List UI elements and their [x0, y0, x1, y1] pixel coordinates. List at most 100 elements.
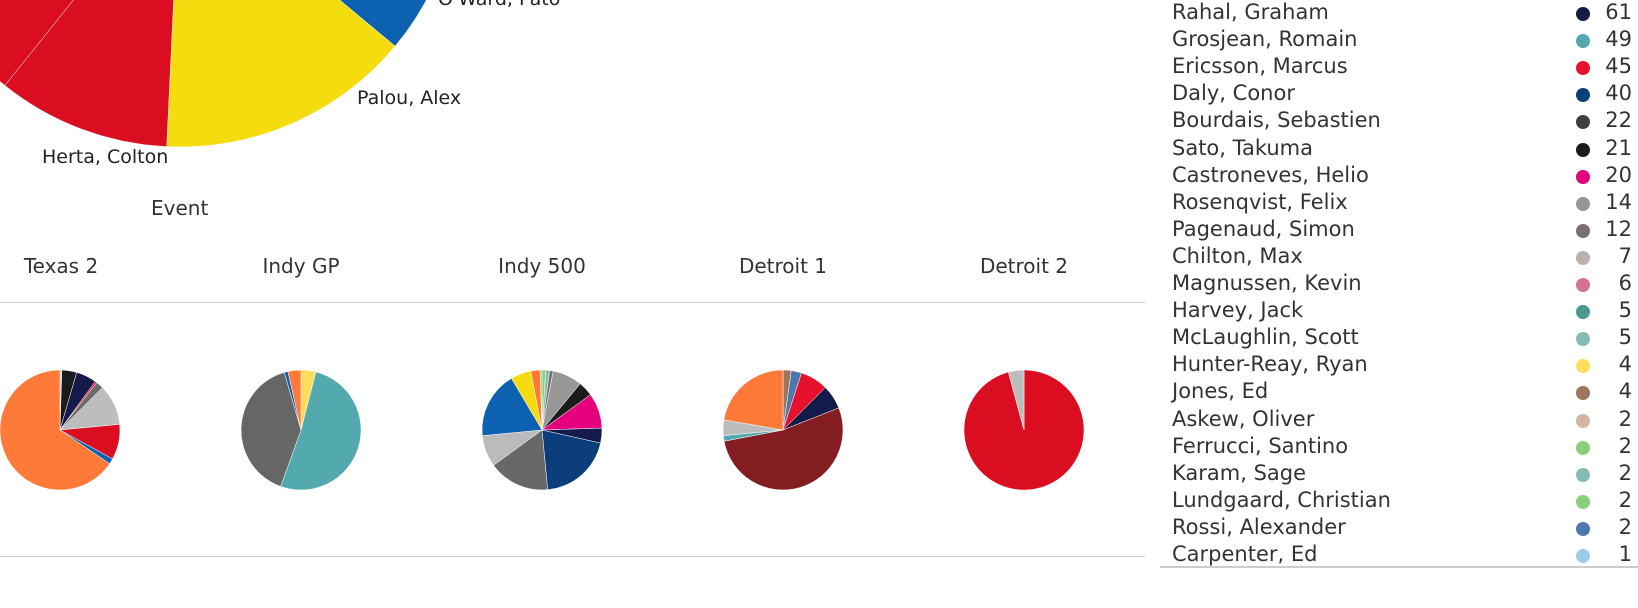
legend-item[interactable]: Harvey, Jack 5: [1172, 298, 1632, 325]
legend-value: 40: [1605, 81, 1632, 106]
pie-texas-2: [0, 369, 121, 491]
legend-driver-name: Carpenter, Ed: [1172, 542, 1318, 566]
legend-item[interactable]: Pagenaud, Simon 12: [1172, 217, 1632, 244]
legend-value: 20: [1605, 162, 1632, 187]
legend-item[interactable]: Chilton, Max 7: [1172, 244, 1632, 271]
pie-indy-gp: [240, 369, 362, 491]
legend-color-dot-icon: [1576, 196, 1590, 211]
divider: [0, 556, 1145, 557]
event-header-indy-gp: Indy GP: [262, 254, 340, 278]
legend-driver-name: Rosenqvist, Felix: [1172, 189, 1348, 214]
legend-item[interactable]: Ferrucci, Santino 2: [1172, 434, 1632, 461]
legend-value: 12: [1605, 216, 1632, 241]
legend-driver-name: Sato, Takuma: [1172, 135, 1314, 160]
legend-driver-name: Bourdais, Sebastien: [1172, 108, 1381, 133]
legend-driver-name: Magnussen, Kevin: [1172, 271, 1362, 295]
legend-driver-name: Rahal, Graham: [1172, 0, 1329, 24]
legend-color-dot-icon: [1576, 223, 1590, 238]
legend-value: 5: [1618, 325, 1632, 350]
legend-value: 5: [1618, 298, 1632, 323]
legend-color-dot-icon: [1576, 250, 1590, 265]
pie-indy-500: [481, 369, 603, 491]
legend-value: 21: [1605, 135, 1632, 160]
legend-item[interactable]: McLaughlin, Scott 5: [1172, 325, 1632, 352]
pie-slice[interactable]: [166, 0, 396, 148]
color-legend: Rahal, Graham 61 Grosjean, Romain 49 Ericsso…: [1160, 0, 1638, 604]
legend-value: 2: [1618, 487, 1632, 512]
pie-detroit-1: [722, 369, 844, 491]
legend-value: 2: [1618, 460, 1632, 485]
legend-driver-name: Daly, Conor: [1172, 81, 1295, 106]
legend-driver-name: Askew, Oliver: [1172, 406, 1315, 431]
legend-item[interactable]: Castroneves, Helio 20: [1172, 163, 1632, 190]
divider: [0, 302, 1145, 303]
event-header-detroit-2: Detroit 2: [979, 254, 1069, 278]
pie-detroit-2: [963, 369, 1085, 491]
legend-value: 1: [1618, 542, 1632, 566]
legend-value: 14: [1605, 189, 1632, 214]
legend-item[interactable]: Rahal, Graham 61: [1172, 0, 1632, 27]
legend-value: 22: [1605, 108, 1632, 133]
legend-driver-name: Jones, Ed: [1172, 379, 1269, 404]
legend-color-dot-icon: [1576, 115, 1590, 130]
legend-item[interactable]: Askew, Oliver 2: [1172, 407, 1632, 434]
legend-driver-name: Rossi, Alexander: [1172, 514, 1346, 539]
legend-color-dot-icon: [1576, 34, 1590, 49]
legend-color-dot-icon: [1576, 521, 1590, 536]
legend-color-dot-icon: [1576, 413, 1590, 428]
legend-driver-name: McLaughlin, Scott: [1172, 325, 1359, 350]
legend-value: 6: [1618, 271, 1632, 295]
event-header-detroit-1: Detroit 1: [738, 254, 828, 278]
pie-slice[interactable]: [723, 369, 784, 431]
legend-value: 49: [1605, 27, 1632, 52]
legend-item[interactable]: Lundgaard, Christian 2: [1172, 488, 1632, 515]
legend-driver-name: Ferrucci, Santino: [1172, 433, 1349, 458]
legend-value: 2: [1618, 514, 1632, 539]
event-header-indy-500: Indy 500: [498, 254, 586, 278]
legend-color-dot-icon: [1576, 332, 1590, 347]
legend-driver-name: Hunter-Reay, Ryan: [1172, 352, 1368, 377]
legend-value: 4: [1618, 379, 1632, 404]
legend-value: 2: [1618, 406, 1632, 431]
legend-item[interactable]: Jones, Ed 4: [1172, 379, 1632, 406]
legend-color-dot-icon: [1576, 359, 1590, 374]
legend-driver-name: Harvey, Jack: [1172, 298, 1304, 323]
legend-color-dot-icon: [1576, 549, 1590, 563]
legend-driver-name: Ericsson, Marcus: [1172, 54, 1348, 79]
legend-driver-name: Grosjean, Romain: [1172, 27, 1358, 52]
legend-item[interactable]: Sato, Takuma 21: [1172, 136, 1632, 163]
slice-label-herta: Herta, Colton: [42, 146, 169, 168]
legend-color-dot-icon: [1576, 278, 1590, 292]
legend-color-dot-icon: [1576, 169, 1590, 184]
legend-item[interactable]: Rosenqvist, Felix 14: [1172, 190, 1632, 217]
legend-value: 7: [1618, 243, 1632, 268]
legend-color-dot-icon: [1576, 305, 1590, 320]
slice-label-oward: O'Ward, Pato: [438, 0, 560, 10]
legend-item[interactable]: Magnussen, Kevin 6: [1172, 271, 1632, 298]
legend-value: 61: [1605, 0, 1632, 24]
legend-item[interactable]: Rossi, Alexander 2: [1172, 515, 1632, 542]
legend-driver-name: Pagenaud, Simon: [1172, 216, 1355, 241]
legend-driver-name: Karam, Sage: [1172, 460, 1307, 485]
pie-overall: [0, 0, 427, 148]
legend-color-dot-icon: [1576, 7, 1590, 21]
legend-item[interactable]: Karam, Sage 2: [1172, 461, 1632, 488]
legend-value: 2: [1618, 433, 1632, 458]
legend-item[interactable]: Daly, Conor 40: [1172, 81, 1632, 108]
legend-driver-name: Castroneves, Helio: [1172, 162, 1369, 187]
legend-value: 4: [1618, 352, 1632, 377]
legend-color-dot-icon: [1576, 88, 1590, 103]
legend-item[interactable]: Carpenter, Ed 1: [1172, 542, 1632, 569]
legend-driver-name: Lundgaard, Christian: [1172, 487, 1391, 512]
legend-color-dot-icon: [1576, 386, 1590, 401]
legend-item[interactable]: Grosjean, Romain 49: [1172, 27, 1632, 54]
legend-item[interactable]: Hunter-Reay, Ryan 4: [1172, 352, 1632, 379]
legend-color-dot-icon: [1576, 61, 1590, 76]
column-header-event: Event: [151, 196, 209, 220]
legend-value: 45: [1605, 54, 1632, 79]
event-header-texas-2: Texas 2: [23, 254, 99, 278]
legend-color-dot-icon: [1576, 142, 1590, 157]
legend-item[interactable]: Bourdais, Sebastien 22: [1172, 108, 1632, 135]
legend-color-dot-icon: [1576, 467, 1590, 482]
legend-item[interactable]: Ericsson, Marcus 45: [1172, 54, 1632, 81]
